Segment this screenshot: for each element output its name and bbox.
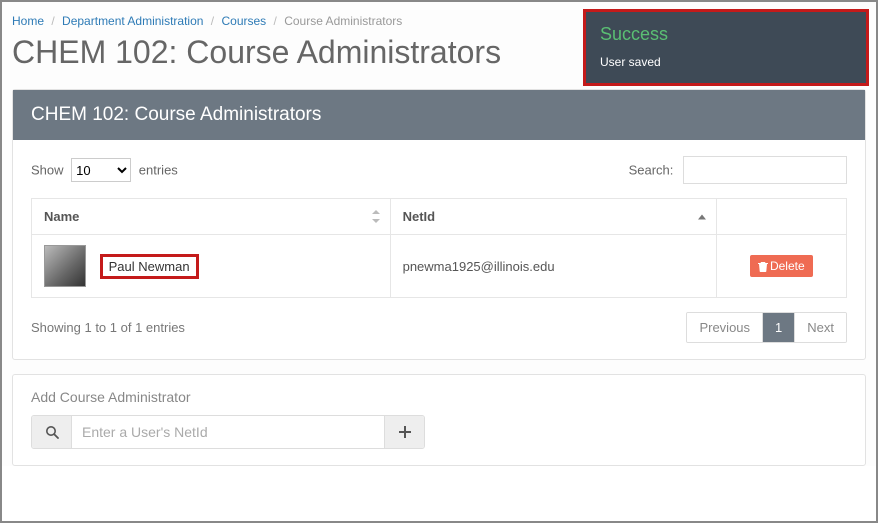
avatar bbox=[44, 245, 86, 287]
paginator: Previous 1 Next bbox=[686, 312, 847, 343]
table-row: Paul Newman pnewma1925@illinois.edu Dele… bbox=[32, 235, 847, 298]
toast-body: User saved bbox=[600, 55, 852, 69]
add-admin-panel: Add Course Administrator bbox=[12, 374, 866, 466]
breadcrumb-home[interactable]: Home bbox=[12, 14, 44, 28]
breadcrumb-current: Course Administrators bbox=[284, 14, 402, 28]
page-1[interactable]: 1 bbox=[762, 313, 794, 342]
search-icon bbox=[32, 416, 72, 448]
add-button[interactable] bbox=[384, 416, 424, 448]
breadcrumb-separator: / bbox=[274, 14, 277, 28]
search-control: Search: bbox=[629, 156, 847, 184]
admins-panel: CHEM 102: Course Administrators Show 10 … bbox=[12, 89, 866, 360]
column-header-name[interactable]: Name bbox=[32, 199, 391, 235]
length-entries-label: entries bbox=[139, 163, 178, 178]
user-netid: pnewma1925@illinois.edu bbox=[390, 235, 716, 298]
length-show-label: Show bbox=[31, 163, 64, 178]
page-length-select[interactable]: 10 bbox=[71, 158, 131, 182]
admins-table: Name NetId bbox=[31, 198, 847, 298]
plus-icon bbox=[399, 426, 411, 438]
column-header-netid[interactable]: NetId bbox=[390, 199, 716, 235]
table-info: Showing 1 to 1 of 1 entries bbox=[31, 320, 185, 335]
search-input[interactable] bbox=[683, 156, 847, 184]
delete-button[interactable]: Delete bbox=[750, 255, 813, 277]
panel-title: CHEM 102: Course Administrators bbox=[13, 90, 865, 140]
add-admin-title: Add Course Administrator bbox=[31, 389, 847, 405]
trash-icon bbox=[758, 261, 768, 272]
breadcrumb-separator: / bbox=[211, 14, 214, 28]
sort-asc-icon bbox=[698, 214, 706, 219]
page-previous[interactable]: Previous bbox=[687, 313, 762, 342]
breadcrumb-separator: / bbox=[51, 14, 54, 28]
add-admin-input-group bbox=[31, 415, 425, 449]
success-toast: Success User saved bbox=[583, 9, 869, 86]
toast-title: Success bbox=[600, 24, 852, 45]
netid-input[interactable] bbox=[72, 416, 384, 448]
column-header-actions bbox=[716, 199, 846, 235]
search-label: Search: bbox=[629, 163, 674, 178]
page-next[interactable]: Next bbox=[794, 313, 846, 342]
breadcrumb-courses[interactable]: Courses bbox=[221, 14, 266, 28]
page-length-control: Show 10 entries bbox=[31, 158, 178, 182]
user-name-link[interactable]: Paul Newman bbox=[100, 254, 199, 279]
breadcrumb-department-administration[interactable]: Department Administration bbox=[62, 14, 203, 28]
